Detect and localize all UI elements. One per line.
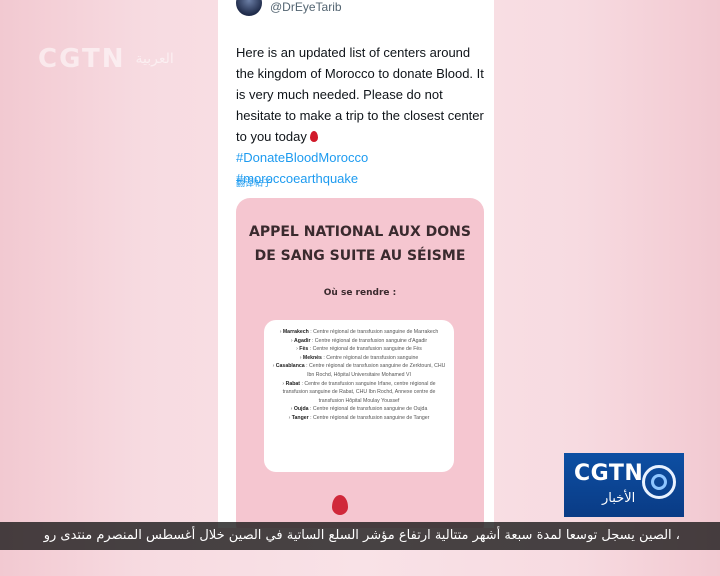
avatar[interactable] (236, 0, 262, 16)
centers-list: › Marrakech : Centre régional de transfu… (264, 320, 454, 423)
logo-arabic: الأخبار (602, 491, 636, 506)
list-item: › Marrakech : Centre régional de transfu… (279, 329, 439, 335)
author-handle[interactable]: @DrEyeTarib (270, 0, 342, 14)
translate-post-link[interactable]: 翻译帖子 (236, 176, 272, 189)
list-item: › Meknès : Centre régional de transfusio… (299, 354, 419, 361)
channel-logo: CGTN الأخبار (564, 453, 684, 517)
tweet-author[interactable]: @DrEyeTarib (236, 0, 342, 16)
tweet-image[interactable]: APPEL NATIONAL AUX DONS DE SANG SUITE AU… (236, 198, 484, 528)
list-item: › Fès : Centre régional de transfusion s… (296, 346, 422, 353)
watermark-arabic: العربية (135, 51, 174, 67)
list-item: › Tanger : Centre régional de transfusio… (288, 414, 430, 421)
blood-drop-logo-icon (326, 488, 354, 522)
list-item: › Agadir : Centre régional de transfusio… (290, 337, 428, 344)
list-item: › Oujda : Centre régional de transfusion… (290, 406, 428, 413)
centers-list-box: › Marrakech : Centre régional de transfu… (264, 320, 454, 472)
news-ticker: ، الصين يسجل توسعا لمدة سبعة أشهر متتالي… (0, 522, 720, 550)
tweet-text: Here is an updated list of centers aroun… (236, 45, 484, 144)
list-item: › Casablanca : Centre régional de transf… (272, 363, 446, 378)
card-title-line-1: APPEL NATIONAL AUX DONS (249, 224, 471, 240)
watermark-brand: CGTN (38, 44, 126, 74)
tweet-body: Here is an updated list of centers aroun… (236, 42, 486, 189)
globe-ring-icon (642, 465, 676, 499)
card-title: APPEL NATIONAL AUX DONS DE SANG SUITE AU… (236, 220, 484, 268)
list-item: › Rabat : Centre de transfusion sanguine… (282, 380, 436, 404)
channel-watermark: CGTN العربية (38, 44, 174, 74)
blood-drop-icon (309, 131, 318, 142)
tweet-card: @DrEyeTarib Here is an updated list of c… (218, 0, 494, 528)
logo-brand: CGTN (574, 461, 644, 486)
card-title-line-2: DE SANG SUITE AU SÉISME (254, 248, 466, 264)
ticker-text: ، الصين يسجل توسعا لمدة سبعة أشهر متتالي… (43, 528, 680, 543)
card-subtitle: Où se rendre : (323, 288, 397, 298)
